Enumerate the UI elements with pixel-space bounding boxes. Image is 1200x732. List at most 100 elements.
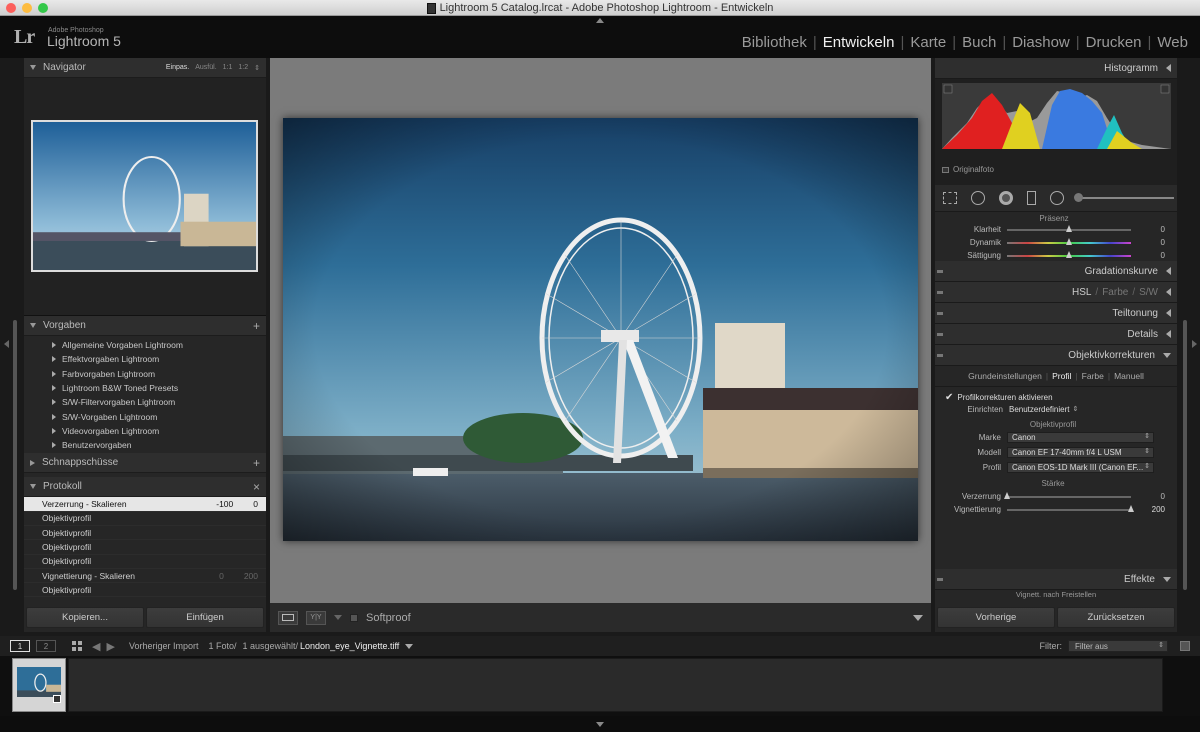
history-item[interactable]: Verzerrung - Skalieren -100 0 — [24, 497, 266, 512]
vignetting-slider-row[interactable]: Vignettierung 200 — [935, 503, 1177, 516]
lens-tab-color[interactable]: Farbe — [1082, 371, 1104, 381]
saturation-slider-track[interactable] — [1007, 250, 1131, 258]
distortion-slider-thumb[interactable] — [1003, 491, 1010, 499]
history-header[interactable]: Protokoll × — [24, 477, 266, 498]
panel-switch-icon[interactable] — [937, 333, 943, 336]
spot-removal-icon[interactable] — [971, 191, 985, 205]
filter-lock-icon[interactable] — [1180, 641, 1190, 651]
filter-dropdown[interactable]: Filter aus — [1068, 640, 1168, 652]
setup-dropdown-icon[interactable]: ⇕ — [1072, 405, 1078, 413]
lens-tab-manual[interactable]: Manuell — [1114, 371, 1144, 381]
history-item[interactable]: Objektivprofil — [24, 555, 266, 569]
toolbar-menu-icon[interactable] — [913, 614, 923, 621]
zoom-fill-option[interactable]: Ausfül. — [195, 64, 216, 72]
hsl-tab[interactable]: HSL — [1072, 287, 1091, 298]
filmstrip-source[interactable]: Vorheriger Import — [129, 641, 199, 651]
effects-header[interactable]: Effekte — [935, 569, 1177, 590]
history-item[interactable]: Objektivprofil — [24, 526, 266, 541]
collapse-top-panel-icon[interactable] — [596, 18, 604, 23]
color-tab[interactable]: Farbe — [1102, 287, 1128, 298]
history-item[interactable]: Vignettierung - Skalieren 0 200 — [24, 569, 266, 584]
previous-button[interactable]: Vorherige — [937, 607, 1055, 628]
original-photo-checkbox[interactable] — [942, 166, 949, 173]
zoom-window-button[interactable] — [38, 3, 48, 13]
preset-folder[interactable]: Effektvorgaben Lightroom — [24, 352, 266, 366]
presets-header[interactable]: Vorgaben + — [24, 316, 266, 336]
right-scrollbar[interactable] — [1183, 320, 1187, 590]
zoom-menu-icon[interactable]: ⇕ — [254, 64, 260, 72]
make-dropdown[interactable]: Canon — [1007, 431, 1154, 443]
preset-folder[interactable]: Benutzervorgaben — [24, 438, 266, 452]
panel-switch-icon[interactable] — [937, 291, 943, 294]
preset-folder[interactable]: S/W-Filtervorgaben Lightroom — [24, 395, 266, 409]
lens-tab-basic[interactable]: Grundeinstellungen — [968, 371, 1042, 381]
panel-switch-icon[interactable] — [937, 270, 943, 273]
zoom-1-2-option[interactable]: 1:2 — [238, 64, 248, 72]
history-item[interactable]: Objektivprofil — [24, 583, 266, 598]
before-after-button[interactable]: Y|Y — [306, 610, 326, 625]
module-entwickeln[interactable]: Entwickeln — [817, 34, 901, 51]
vibrance-slider-track[interactable] — [1007, 237, 1131, 245]
vibrance-slider-thumb[interactable] — [1065, 237, 1072, 245]
histogram-header[interactable]: Histogramm — [935, 58, 1177, 79]
history-item[interactable]: Objektivprofil — [24, 540, 266, 555]
collapse-left-panel-icon[interactable] — [4, 340, 9, 348]
tone-curve-header[interactable]: Gradationskurve — [935, 261, 1177, 282]
enable-profile-checkbox[interactable]: ✔ — [945, 392, 953, 403]
detail-header[interactable]: Details — [935, 324, 1177, 345]
minimize-window-button[interactable] — [22, 3, 32, 13]
add-preset-icon[interactable]: + — [253, 319, 260, 333]
secondary-window-button[interactable]: 2 — [36, 640, 56, 652]
distortion-value[interactable]: 0 — [1131, 492, 1165, 501]
preset-folder[interactable]: Farbvorgaben Lightroom — [24, 367, 266, 381]
clarity-slider-thumb[interactable] — [1065, 224, 1072, 232]
graduated-filter-icon[interactable] — [1027, 191, 1036, 205]
back-arrow-icon[interactable]: ◀ — [92, 640, 100, 653]
panel-switch-icon[interactable] — [937, 312, 943, 315]
vignetting-slider-thumb[interactable] — [1127, 504, 1134, 512]
enable-profile-row[interactable]: ✔ Profilkorrekturen aktivieren — [935, 391, 1177, 403]
module-diashow[interactable]: Diashow — [1006, 34, 1076, 51]
distortion-slider-track[interactable] — [1003, 491, 1131, 499]
close-window-button[interactable] — [6, 3, 16, 13]
radial-filter-icon[interactable] — [1050, 191, 1064, 205]
module-buch[interactable]: Buch — [956, 34, 1002, 51]
clear-history-icon[interactable]: × — [253, 480, 260, 494]
snapshots-header[interactable]: Schnappschüsse + — [24, 453, 266, 474]
model-dropdown[interactable]: Canon EF 17-40mm f/4 L USM — [1007, 446, 1154, 458]
clarity-value[interactable]: 0 — [1131, 225, 1165, 234]
lens-tab-profile[interactable]: Profil — [1052, 371, 1071, 381]
saturation-slider-thumb[interactable] — [1065, 250, 1072, 258]
module-karte[interactable]: Karte — [904, 34, 952, 51]
navigator-thumbnail[interactable] — [31, 120, 258, 272]
paste-settings-button[interactable]: Einfügen — [146, 607, 264, 628]
add-snapshot-icon[interactable]: + — [253, 456, 260, 470]
preset-folder[interactable]: Allgemeine Vorgaben Lightroom — [24, 338, 266, 352]
module-drucken[interactable]: Drucken — [1080, 34, 1148, 51]
lens-corrections-header[interactable]: Objektivkorrekturen — [935, 345, 1177, 366]
bw-tab[interactable]: S/W — [1139, 287, 1158, 298]
clarity-slider-row[interactable]: Klarheit 0 — [935, 223, 1177, 236]
vignetting-slider-track[interactable] — [1007, 504, 1134, 512]
copy-settings-button[interactable]: Kopieren... — [26, 607, 144, 628]
collapse-right-panel-icon[interactable] — [1192, 340, 1197, 348]
saturation-value[interactable]: 0 — [1131, 251, 1165, 260]
crop-tool-icon[interactable] — [943, 192, 957, 204]
softproof-checkbox[interactable] — [350, 613, 358, 622]
history-item[interactable]: Objektivprofil — [24, 512, 266, 526]
filmstrip-filename[interactable]: London_eye_Vignette.tiff — [300, 641, 399, 651]
loupe-view-button[interactable] — [278, 610, 298, 625]
module-web[interactable]: Web — [1151, 34, 1194, 51]
red-eye-icon[interactable] — [999, 191, 1013, 205]
main-photo[interactable] — [283, 118, 918, 541]
original-photo-toggle[interactable]: Originalfoto — [942, 165, 994, 174]
primary-window-button[interactable]: 1 — [10, 640, 30, 652]
split-toning-header[interactable]: Teiltonung — [935, 303, 1177, 324]
zoom-1-1-option[interactable]: 1:1 — [223, 64, 233, 72]
profile-dropdown[interactable]: Canon EOS-1D Mark III (Canon EF... — [1007, 461, 1154, 473]
forward-arrow-icon[interactable]: ▶ — [106, 640, 114, 653]
hsl-header[interactable]: HSL / Farbe / S/W — [935, 282, 1177, 303]
distortion-slider-row[interactable]: Verzerrung 0 — [935, 490, 1177, 503]
left-scrollbar[interactable] — [13, 320, 17, 590]
vignetting-value[interactable]: 200 — [1131, 505, 1165, 514]
